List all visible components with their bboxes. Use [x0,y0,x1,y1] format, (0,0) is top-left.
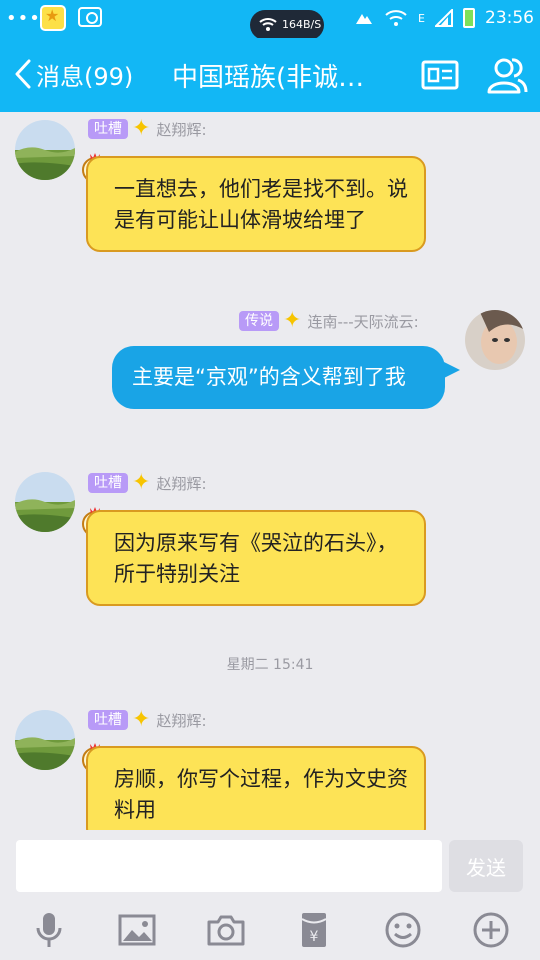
sender-name[interactable]: 连南---天际流云: [307,311,418,332]
signal-icon [435,9,453,27]
status-bar: ••• 164B/S E 23:56 [0,0,540,40]
sender-name[interactable]: 赵翔辉: [156,119,206,140]
message-bubble[interactable]: 主要是“京观”的含义帮到了我 [112,346,445,409]
svg-text:¥: ¥ [310,929,319,945]
group-profile-icon[interactable] [421,60,459,90]
cloud-icon [356,14,373,24]
wifi-icon [385,10,407,26]
message-bubble[interactable]: 因为原来写有《哭泣的石头》，所于特别关注 [86,510,426,606]
group-members-icon[interactable] [486,54,528,96]
avatar[interactable] [15,120,75,180]
message-input[interactable] [16,840,442,892]
star-icon: ✦ [132,707,151,732]
member-title-badge: 吐槽 [88,473,128,493]
message-bubble[interactable]: 一直想去，他们老是找不到。说是有可能让山体滑坡给埋了 [86,156,426,252]
clock: 23:56 [485,8,534,28]
sender-line: 吐槽 ✦ 赵翔辉: [88,709,207,731]
member-title-badge: 吐槽 [88,710,128,730]
camera-icon[interactable] [206,910,246,950]
composer: 发送 [0,830,540,900]
message-text: 一直想去，他们老是找不到。说是有可能让山体滑坡给埋了 [114,177,408,232]
bubble-tail [444,362,460,378]
plus-icon[interactable] [471,910,511,950]
message-text: 房顺，你写个过程，作为文史资料用 [114,767,408,822]
image-icon[interactable] [117,910,157,950]
network-speed-label: 164B/S [282,18,322,31]
message-bubble[interactable]: 房顺，你写个过程，作为文史资料用 [86,746,426,830]
avatar[interactable] [15,472,75,532]
network-speed: 164B/S [250,10,324,40]
notification-dots: ••• [6,8,41,29]
battery-icon [463,8,475,28]
input-toolbar: ¥ [0,900,540,960]
microphone-icon[interactable] [29,910,69,950]
network-type: E [418,11,425,25]
message-text: 因为原来写有《哭泣的石头》，所于特别关注 [114,531,398,586]
chevron-left-icon [15,59,31,89]
red-packet-icon[interactable]: ¥ [294,910,334,950]
sender-line: 传说 ✦ 连南---天际流云: [239,310,419,332]
member-title-badge: 吐槽 [88,119,128,139]
message-text: 主要是“京观”的含义帮到了我 [132,365,406,389]
star-icon: ✦ [132,470,151,495]
screenshot-notification-icon [78,7,102,27]
message-timestamp: 星期二 15:41 [226,657,314,673]
back-button[interactable]: 消息(99) [14,56,133,92]
avatar[interactable] [465,310,525,370]
emoji-icon[interactable] [383,910,423,950]
sender-line: 吐槽 ✦ 赵翔辉: [88,118,207,140]
sender-name[interactable]: 赵翔辉: [156,473,206,494]
star-icon: ✦ [283,308,302,333]
chat-title: 中国瑶族(非诚… [172,63,365,93]
app-notification-icon [40,5,66,31]
send-button[interactable]: 发送 [449,840,523,892]
sender-name[interactable]: 赵翔辉: [156,710,206,731]
back-label: 消息(99) [36,62,134,91]
sender-line: 吐槽 ✦ 赵翔辉: [88,472,207,494]
chat-area[interactable]: 吐槽 ✦ 赵翔辉: 一直想去，他们老是找不到。说是有可能让山体滑坡给埋了 传说 … [0,112,540,830]
title-bar: 消息(99) 中国瑶族(非诚… [0,38,540,112]
star-icon: ✦ [132,116,151,141]
avatar[interactable] [15,710,75,770]
status-icons: E 23:56 [352,8,534,28]
member-title-badge: 传说 [239,311,279,331]
